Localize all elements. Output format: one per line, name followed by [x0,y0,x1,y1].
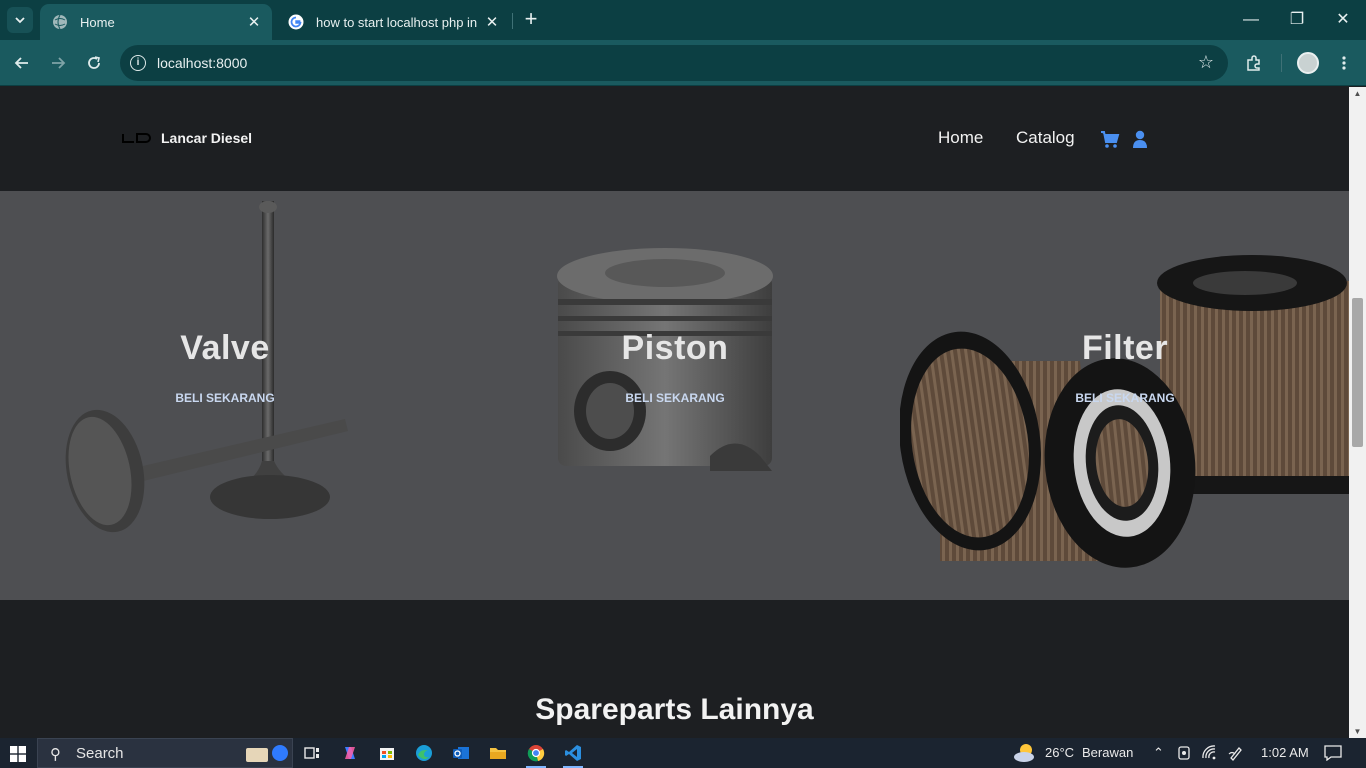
tab-divider [512,13,513,29]
site-info-icon[interactable]: i [130,55,146,71]
hero-category-banner: Valve BELI SEKARANG Piston BELI SEKARANG [0,191,1349,600]
search-highlight-icon [246,745,288,762]
category-title: Piston [621,329,729,367]
arrow-right-icon [52,57,66,69]
scroll-up-arrow-icon[interactable]: ▲ [1349,89,1366,98]
weather-condition[interactable]: Berawan [1082,745,1133,760]
close-window-button[interactable]: ✕ [1328,8,1358,32]
forward-button[interactable] [44,49,72,77]
taskbar-search[interactable]: ⚲ Search [37,738,293,768]
category-card-piston[interactable]: Piston BELI SEKARANG [450,191,900,600]
category-title: Valve [180,329,270,367]
cart-icon[interactable] [1100,129,1120,149]
page-viewport: Lancar Diesel Home Catalog Valve BELI SE… [0,87,1366,738]
browser-tab-strip: Home ✕ how to start localhost php in vs … [0,0,1366,40]
tab-title: Home [80,14,115,30]
arrow-left-icon [14,57,28,69]
wifi-icon[interactable] [1201,745,1217,761]
section-title: Spareparts Lainnya [535,693,814,726]
restore-button[interactable]: ❐ [1282,8,1312,32]
reload-icon [88,56,100,69]
scroll-down-arrow-icon[interactable]: ▼ [1349,727,1366,736]
address-bar[interactable]: i localhost:8000 ☆ [120,45,1228,81]
back-button[interactable] [8,49,36,77]
minimize-button[interactable]: — [1236,8,1266,32]
search-placeholder: Search [76,745,124,762]
tab-home[interactable]: Home ✕ [40,4,272,40]
toolbar-divider [1281,54,1282,72]
menu-button[interactable] [1330,49,1358,77]
buy-now-link[interactable]: BELI SEKARANG [900,391,1349,405]
store-icon[interactable] [375,742,399,764]
windows-taskbar: ⚲ Search 26°C Berawan ⌃ 1:02 AM [0,738,1366,768]
tab-title: how to start localhost php in vs [316,14,480,30]
tab-search-result[interactable]: how to start localhost php in vs ✕ [276,4,510,40]
chrome-icon[interactable] [524,742,548,768]
chevron-down-icon [15,17,25,24]
vscode-icon[interactable] [561,742,585,768]
copilot-icon[interactable] [338,742,362,764]
page-scrollbar[interactable]: ▲ ▼ [1349,87,1366,738]
new-tab-button[interactable]: + [519,8,543,32]
close-icon[interactable]: ✕ [480,13,504,31]
brand-name[interactable]: Lancar Diesel [161,130,252,146]
scrollbar-thumb[interactable] [1352,298,1363,447]
google-icon [288,14,304,30]
extensions-button[interactable] [1240,49,1268,77]
file-explorer-icon[interactable] [486,742,510,764]
site-header: Lancar Diesel Home Catalog [0,87,1349,191]
notification-icon[interactable] [1324,745,1342,761]
search-icon: ⚲ [50,746,61,763]
weather-temperature[interactable]: 26°C [1045,745,1074,760]
reload-button[interactable] [80,49,108,77]
task-view-icon[interactable] [300,742,324,764]
category-card-valve[interactable]: Valve BELI SEKARANG [0,191,450,600]
buy-now-link[interactable]: BELI SEKARANG [0,391,450,405]
nav-catalog[interactable]: Catalog [1016,128,1075,148]
weather-cloud-icon [1014,744,1034,762]
tab-search-button[interactable] [7,7,33,33]
category-card-filter[interactable]: Filter BELI SEKARANG [900,191,1349,600]
category-title: Filter [1081,329,1169,367]
windows-start-icon[interactable] [10,746,26,762]
logo-icon [122,133,151,143]
browser-toolbar: i localhost:8000 ☆ [0,40,1366,86]
pen-icon[interactable] [1228,745,1244,761]
outlook-icon[interactable] [449,742,473,764]
url-text[interactable]: localhost:8000 [157,55,247,71]
more-vertical-icon [1342,56,1346,70]
buy-now-link[interactable]: BELI SEKARANG [450,391,900,405]
nav-home[interactable]: Home [938,128,983,148]
user-icon[interactable] [1130,129,1150,149]
puzzle-icon [1247,55,1260,71]
bookmark-star-icon[interactable]: ☆ [1198,52,1214,73]
clock-time[interactable]: 1:02 AM [1261,745,1309,760]
globe-icon [53,14,67,30]
chevron-up-icon[interactable]: ⌃ [1153,745,1164,761]
profile-avatar[interactable] [1297,52,1319,74]
close-icon[interactable]: ✕ [242,13,266,31]
meet-camera-icon[interactable] [1177,745,1191,761]
edge-icon[interactable] [412,742,436,764]
